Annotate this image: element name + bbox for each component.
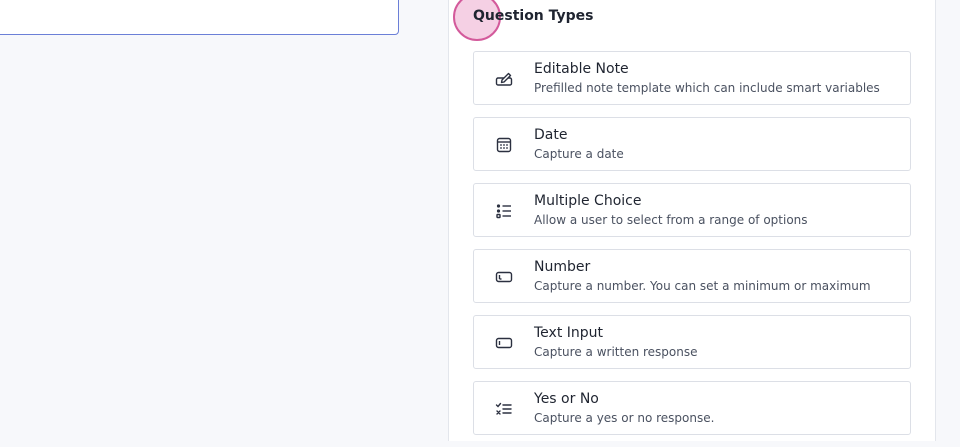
- question-type-date[interactable]: Date Capture a date: [473, 117, 911, 171]
- question-type-yes-or-no[interactable]: Yes or No Capture a yes or no response.: [473, 381, 911, 435]
- edit-note-icon: [495, 70, 513, 88]
- panel-title: Question Types: [473, 8, 594, 24]
- text-field[interactable]: [0, 0, 399, 35]
- question-type-editable-note[interactable]: Editable Note Prefilled note template wh…: [473, 51, 911, 105]
- text-input-icon: [495, 334, 513, 352]
- question-type-list: Editable Note Prefilled note template wh…: [473, 51, 911, 447]
- question-type-description: Capture a date: [534, 147, 624, 161]
- question-type-text-input[interactable]: Text Input Capture a written response: [473, 315, 911, 369]
- question-type-title: Date: [534, 127, 568, 143]
- question-type-title: Yes or No: [534, 391, 599, 407]
- number-input-icon: [495, 268, 513, 286]
- question-type-number[interactable]: Number Capture a number. You can set a m…: [473, 249, 911, 303]
- calendar-icon: [495, 136, 513, 154]
- list-icon: [495, 202, 513, 220]
- question-type-description: Prefilled note template which can includ…: [534, 81, 880, 95]
- question-type-title: Multiple Choice: [534, 193, 642, 209]
- question-type-description: Capture a number. You can set a minimum …: [534, 279, 871, 293]
- question-type-description: Capture a yes or no response.: [534, 411, 715, 425]
- question-type-title: Editable Note: [534, 61, 629, 77]
- check-x-list-icon: [495, 400, 513, 418]
- question-type-title: Text Input: [534, 325, 604, 341]
- question-type-title: Number: [534, 259, 591, 275]
- question-type-multiple-choice[interactable]: Multiple Choice Allow a user to select f…: [473, 183, 911, 237]
- question-types-panel: Question Types Editable Note Prefilled n…: [448, 0, 936, 441]
- question-type-description: Allow a user to select from a range of o…: [534, 213, 808, 227]
- question-type-description: Capture a written response: [534, 345, 698, 359]
